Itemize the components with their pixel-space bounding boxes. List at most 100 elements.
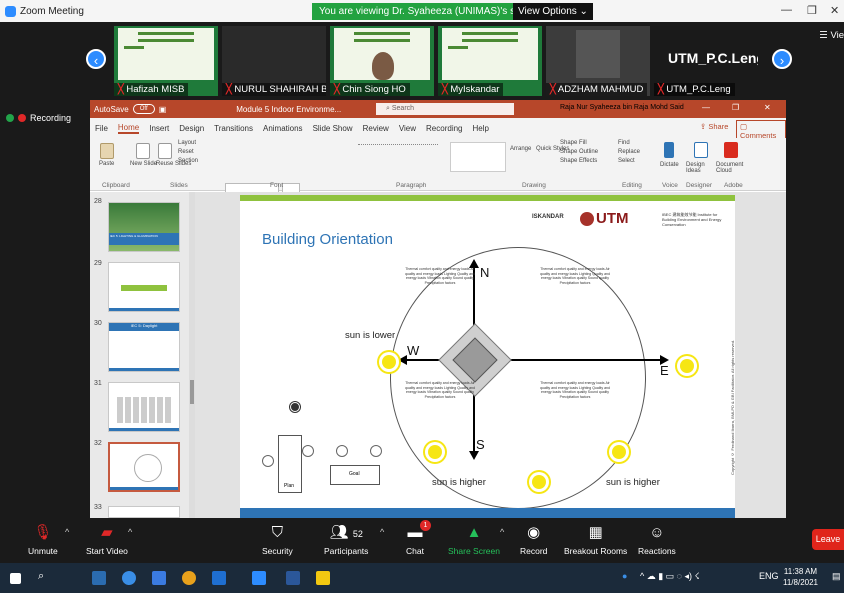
next-page-button[interactable]: › <box>772 49 792 69</box>
ppt-restore-icon[interactable]: ❐ <box>732 103 739 112</box>
paragraph-controls[interactable] <box>358 144 438 152</box>
group-designer: Designer <box>686 182 713 189</box>
autosave-toggle[interactable]: Off <box>132 104 155 114</box>
find-button[interactable]: Find <box>618 140 630 146</box>
shape-fill-button[interactable]: Shape Fill <box>560 140 587 146</box>
help-icon[interactable]: ● <box>622 571 627 581</box>
slide-thumbnails: 28 IEC 5: LIGHTING & ILLUMINATION 29 30 … <box>90 192 195 518</box>
powerbi-icon[interactable] <box>316 571 330 585</box>
layout-button[interactable]: Layout <box>178 140 196 146</box>
view-options-button[interactable]: View Options ⌄ <box>513 3 593 20</box>
reactions-button[interactable]: ☺ Reactions <box>638 524 676 556</box>
side-view-toggle[interactable]: ☰ Vie <box>819 30 844 41</box>
security-button[interactable]: ⛉ Security <box>262 524 293 556</box>
audio-options-chevron-icon[interactable]: ^ <box>65 527 69 537</box>
participant-tile[interactable]: ╳ Chin Siong HO <box>330 26 434 96</box>
participants-chevron-icon[interactable]: ^ <box>380 527 384 537</box>
participants-button[interactable]: 👥︎ 52 Participants <box>324 524 368 556</box>
record-button[interactable]: ◉ Record <box>520 524 547 556</box>
adobe-icon[interactable] <box>724 142 738 158</box>
ibec-logo: IBEC 建筑能效节能 Institute for Building Envir… <box>662 212 722 227</box>
file-explorer-icon[interactable] <box>152 571 166 585</box>
section-button[interactable]: Section <box>178 158 198 164</box>
replace-button[interactable]: Replace <box>618 149 640 155</box>
tab-animations[interactable]: Animations <box>263 124 303 133</box>
zoom-taskbar-icon[interactable] <box>252 571 266 585</box>
dictate-icon[interactable] <box>664 142 674 158</box>
slide-canvas[interactable]: Building Orientation ISKANDAR UTM IBEC 建… <box>240 195 735 518</box>
share-screen-button[interactable]: ▲ Share Screen <box>448 524 500 556</box>
share-options-chevron-icon[interactable]: ^ <box>500 527 504 537</box>
tab-help[interactable]: Help <box>473 124 489 133</box>
compass-icon <box>290 402 300 412</box>
tab-slide-show[interactable]: Slide Show <box>313 124 353 133</box>
language-indicator[interactable]: ENG <box>759 571 779 581</box>
close-icon[interactable]: ✕ <box>830 4 839 17</box>
search-icon[interactable]: ⌕ <box>38 570 52 584</box>
ppt-close-icon[interactable]: ✕ <box>764 103 771 112</box>
participant-tile[interactable]: ╳ ADZHAM MAHMUD <box>546 26 650 96</box>
slide-thumbnail-selected[interactable] <box>108 442 180 492</box>
tab-review[interactable]: Review <box>363 124 389 133</box>
notifications-icon[interactable]: ▤ <box>832 571 841 582</box>
reuse-slides-icon[interactable] <box>158 143 172 159</box>
edge-icon[interactable] <box>122 571 136 585</box>
designer-icon[interactable] <box>694 142 708 158</box>
slide-thumbnail[interactable]: IEC 5: LIGHTING & ILLUMINATION <box>108 202 180 252</box>
ppt-search-box[interactable]: ⌕ Search <box>376 103 514 115</box>
tab-file[interactable]: File <box>95 124 108 133</box>
participant-tile[interactable]: ╳ MyIskandar <box>438 26 542 96</box>
outlook-icon[interactable] <box>92 571 106 585</box>
slide-thumbnail[interactable] <box>108 262 180 312</box>
arrange-button[interactable]: Arrange <box>510 146 531 152</box>
plan-label: Plan <box>284 483 295 489</box>
ppt-minimize-icon[interactable]: — <box>702 103 710 112</box>
tab-transitions[interactable]: Transitions <box>214 124 253 133</box>
recording-indicator[interactable]: Recording <box>6 113 71 123</box>
minimize-icon[interactable]: — <box>781 4 792 16</box>
participant-tile[interactable]: ╳ Hafizah MISB <box>114 26 218 96</box>
save-icon[interactable]: ▣ <box>159 105 167 114</box>
tab-design[interactable]: Design <box>179 124 204 133</box>
leave-button[interactable]: Leave <box>812 529 844 550</box>
prev-page-button[interactable]: ‹ <box>86 49 106 69</box>
thumbnail-number: 30 <box>94 320 102 327</box>
participant-name: Hafizah MISB <box>126 84 185 95</box>
new-slide-icon[interactable] <box>136 143 150 159</box>
start-video-button[interactable]: ▰ Start Video <box>86 524 128 556</box>
windows-start-icon[interactable] <box>10 573 21 584</box>
user-name: Raja Nur Syaheeza bin Raja Mohd Said <box>560 104 684 111</box>
slide-thumbnail[interactable]: IEC 5: Daylight <box>108 322 180 372</box>
tab-recording[interactable]: Recording <box>426 124 462 133</box>
shapes-gallery[interactable] <box>450 142 506 172</box>
share-screen-icon: ▲ <box>466 524 482 541</box>
paste-icon[interactable] <box>100 143 114 159</box>
video-options-chevron-icon[interactable]: ^ <box>128 527 132 537</box>
chrome-icon[interactable] <box>182 571 196 585</box>
autosave-label: AutoSave <box>94 104 129 114</box>
breakout-rooms-button[interactable]: ▦ Breakout Rooms <box>564 524 627 556</box>
quality-notes-se: Thermal comfort quality and energy loads… <box>540 381 610 399</box>
slide-thumbnail[interactable] <box>108 506 180 518</box>
tab-insert[interactable]: Insert <box>149 124 169 133</box>
unmute-button[interactable]: 🎙︎ Unmute <box>28 524 58 556</box>
reset-button[interactable]: Reset <box>178 149 194 155</box>
restore-icon[interactable]: ❐ <box>807 4 817 17</box>
taskbar-clock[interactable]: 11:38 AM 11/8/2021 <box>783 566 818 588</box>
select-button[interactable]: Select <box>618 158 635 164</box>
participant-name: Chin Siong HO <box>342 84 406 95</box>
shape-outline-button[interactable]: Shape Outline <box>560 149 598 155</box>
participant-name: NURUL SHAHIRAH BIN... <box>234 84 326 95</box>
app-icon[interactable] <box>212 571 226 585</box>
word-icon[interactable] <box>286 571 300 585</box>
participant-tile[interactable]: UTM_P.C.Leng ╳ UTM_P.C.Leng <box>654 26 758 96</box>
tab-home[interactable]: Home <box>117 123 140 134</box>
tray-icons[interactable]: ^ ☁ ▮ ▭ ◌ ◂) ☇ <box>640 571 700 582</box>
tab-view[interactable]: View <box>399 124 416 133</box>
participant-tile[interactable]: ╳ NURUL SHAHIRAH BIN... <box>222 26 326 96</box>
goal-label: Goal <box>349 471 360 477</box>
shape-effects-button[interactable]: Shape Effects <box>560 158 597 164</box>
share-button[interactable]: ⇪ Share <box>700 122 728 131</box>
participant-big-name: UTM_P.C.Leng <box>668 50 758 66</box>
slide-thumbnail[interactable] <box>108 382 180 432</box>
